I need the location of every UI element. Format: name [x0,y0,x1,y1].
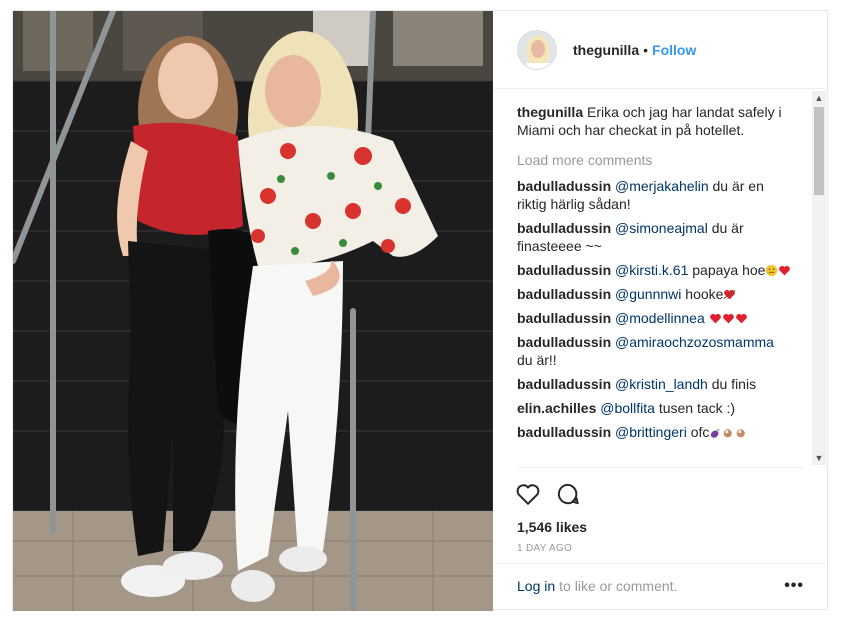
red-heart-emoji [722,310,735,326]
instagram-post: thegunilla • Follow thegunilla Erika och… [12,10,828,611]
comment-item: badulladussin @amiraochzozosmamma du är!… [517,333,792,369]
comment-item: badulladussin @gunnnwi hooke [517,285,792,303]
comment-username[interactable]: badulladussin [517,286,611,302]
comment-text: ofc [686,424,710,440]
comment-text: hooke [681,286,724,302]
heart-icon[interactable] [515,481,541,512]
red-heart-emoji [709,310,722,326]
comment-username[interactable]: badulladussin [517,178,611,194]
caption-username[interactable]: thegunilla [517,104,583,120]
caption: thegunilla Erika och jag har landat safe… [517,103,792,139]
scrollbar-thumb[interactable] [814,107,824,195]
avatar[interactable] [517,29,557,70]
comment-mention[interactable]: @gunnnwi [615,286,681,302]
comment-item: elin.achilles @bollfita tusen tack :) [517,399,792,417]
comment-username[interactable]: badulladussin [517,262,611,278]
header-separator: • [643,41,649,58]
red-heart-emoji [778,262,791,278]
comment-text: papaya hoe [688,262,766,278]
comment-mention[interactable]: @brittingeri [615,424,687,440]
comment-text: du är!! [517,352,557,368]
comment-mention[interactable]: @amiraochzozosmamma [615,334,774,350]
comment-item: badulladussin @kristin_landh du finis [517,375,792,393]
comment-item: badulladussin @modellinnea [517,309,792,327]
comment-mention[interactable]: @kirsti.k.61 [615,262,688,278]
post-header: thegunilla • Follow [493,11,828,89]
comment-username[interactable]: badulladussin [517,376,611,392]
ok-hand-emoji [735,424,748,440]
login-link[interactable]: Log in [517,578,555,594]
load-more-comments-button[interactable]: Load more comments [517,151,792,169]
comment-item: badulladussin @kirsti.k.61 papaya hoe [517,261,792,279]
follow-button[interactable]: Follow [652,42,696,58]
comment-username[interactable]: badulladussin [517,220,611,236]
post-photo[interactable] [13,11,493,611]
scroll-down-arrow-icon[interactable]: ▼ [812,451,826,465]
comment-mention[interactable]: @modellinnea [615,310,705,326]
login-row: Log in to like or comment. ••• [493,563,828,607]
post-actions: 1,546 likes 1 DAY AGO Log in to like or … [493,467,828,607]
red-heart-emoji [735,310,748,326]
comment-text: tusen tack :) [654,400,736,416]
comment-text: du finis [707,376,757,392]
post-sidebar: thegunilla • Follow thegunilla Erika och… [493,11,828,611]
comment-username[interactable]: badulladussin [517,310,611,326]
likes-count[interactable]: 1,546 likes [517,519,587,535]
comment-mention[interactable]: @kristin_landh [615,376,708,392]
comment-username[interactable]: elin.achilles [517,400,596,416]
comment-mention[interactable]: @merjakahelin [615,178,709,194]
eggplant-emoji [709,424,722,440]
comment-mention[interactable]: @simoneajmal [615,220,708,236]
comment-item: badulladussin @simoneajmal du är finaste… [517,219,792,255]
comment-item: badulladussin @merjakahelin du är en rik… [517,177,792,213]
comments-list: thegunilla Erika och jag har landat safe… [493,91,828,465]
comment-item: badulladussin @brittingeri ofc [517,423,792,441]
disappointed-face-emoji [765,262,778,278]
login-prompt-text: to like or comment. [559,577,678,594]
comment-username[interactable]: badulladussin [517,334,611,350]
post-timestamp: 1 DAY AGO [517,543,573,554]
ok-hand-emoji [722,424,735,440]
comment-username[interactable]: badulladussin [517,424,611,440]
comments-scrollbar[interactable]: ▲ ▼ [812,91,826,465]
header-username[interactable]: thegunilla [573,42,639,58]
more-options-icon[interactable]: ••• [784,577,804,595]
scroll-up-arrow-icon[interactable]: ▲ [812,91,826,105]
comment-icon[interactable] [555,481,581,512]
divider [517,467,804,468]
heart-with-arrow-emoji [723,286,736,302]
comment-mention[interactable]: @bollfita [600,400,655,416]
